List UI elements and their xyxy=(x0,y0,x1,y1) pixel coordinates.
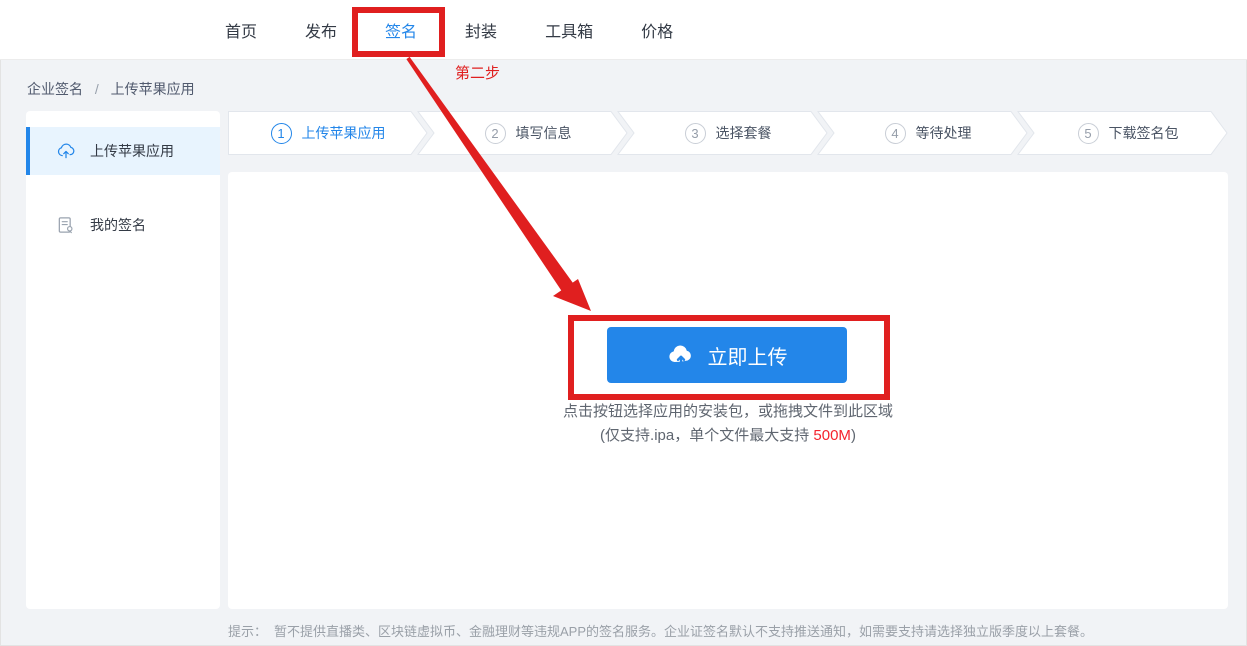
step-label: 填写信息 xyxy=(515,125,572,141)
nav-item-home[interactable]: 首页 xyxy=(225,18,257,42)
sidebar-item-upload-apple-app[interactable]: 上传苹果应用 xyxy=(26,127,220,175)
step-4-waiting: 4 等待处理 xyxy=(828,111,1028,155)
upload-hint-line1: 点击按钮选择应用的安装包，或拖拽文件到此区域 xyxy=(562,403,893,420)
upload-now-button[interactable]: 立即上传 xyxy=(607,327,847,383)
step-1-upload: 1 上传苹果应用 xyxy=(228,111,428,155)
upload-now-button-label: 立即上传 xyxy=(707,346,788,369)
step-label: 下载签名包 xyxy=(1108,125,1179,141)
upload-hint-line2: (仅支持.ipa，单个文件最大支持 500M) xyxy=(600,427,856,444)
breadcrumb-separator: / xyxy=(94,81,99,97)
tip-label: 提示： xyxy=(228,624,268,639)
step-label: 等待处理 xyxy=(915,125,972,141)
cloud-upload-filled-icon xyxy=(668,345,691,366)
footer-tip: 提示： 暂不提供直播类、区块链虚拟币、金融理财等违规APP的签名服务。企业证签名默… xyxy=(228,621,1093,640)
step-number-badge: 4 xyxy=(884,122,906,144)
nav-item-publish[interactable]: 发布 xyxy=(305,18,337,42)
sidebar-item-my-signatures[interactable]: 我的签名 xyxy=(26,201,220,249)
upload-hints: 点击按钮选择应用的安装包，或拖拽文件到此区域 (仅支持.ipa，单个文件最大支持… xyxy=(228,400,1228,448)
cloud-upload-icon xyxy=(57,143,75,159)
active-tab-underline xyxy=(376,54,427,57)
sidebar-item-label: 我的签名 xyxy=(90,217,146,233)
breadcrumb-parent[interactable]: 企业签名 xyxy=(27,81,83,97)
step-wizard: 1 上传苹果应用 2 填写信息 3 选择套餐 4 等待处理 5 下载签名包 xyxy=(228,111,1228,155)
breadcrumb-current: 上传苹果应用 xyxy=(110,81,195,97)
step-5-download: 5 下载签名包 xyxy=(1028,111,1228,155)
step-number-badge: 3 xyxy=(684,122,706,144)
top-header: 首页 发布 签名 封装 工具箱 价格 xyxy=(0,0,1247,60)
annotation-step-note: 第二步 xyxy=(455,65,501,82)
step-label: 上传苹果应用 xyxy=(301,125,386,141)
signature-doc-icon xyxy=(58,217,73,234)
breadcrumb: 企业签名 / 上传苹果应用 xyxy=(27,79,195,99)
step-number-badge: 2 xyxy=(484,122,506,144)
tip-text: 暂不提供直播类、区块链虚拟币、金融理财等违规APP的签名服务。企业证签名默认不支… xyxy=(274,624,1094,639)
max-size-value: 500M xyxy=(813,427,851,444)
nav-item-sign[interactable]: 签名 xyxy=(376,18,427,57)
nav-item-price[interactable]: 价格 xyxy=(641,18,673,42)
sidebar-item-label: 上传苹果应用 xyxy=(90,143,174,159)
nav-item-toolbox[interactable]: 工具箱 xyxy=(545,18,593,42)
step-2-fill-info: 2 填写信息 xyxy=(428,111,628,155)
step-number-badge: 5 xyxy=(1077,122,1099,144)
main-nav: 首页 发布 签名 封装 工具箱 价格 xyxy=(225,0,673,60)
sidebar: 上传苹果应用 我的签名 xyxy=(26,111,220,609)
upload-dropzone-panel[interactable]: 立即上传 点击按钮选择应用的安装包，或拖拽文件到此区域 (仅支持.ipa，单个文… xyxy=(228,172,1228,609)
step-3-choose-plan: 3 选择套餐 xyxy=(628,111,828,155)
step-number-badge: 1 xyxy=(270,122,292,144)
step-label: 选择套餐 xyxy=(715,125,772,141)
step-labels-row: 1 上传苹果应用 2 填写信息 3 选择套餐 4 等待处理 5 下载签名包 xyxy=(228,111,1228,155)
nav-item-package[interactable]: 封装 xyxy=(465,18,497,42)
nav-item-sign-label: 签名 xyxy=(385,24,418,41)
